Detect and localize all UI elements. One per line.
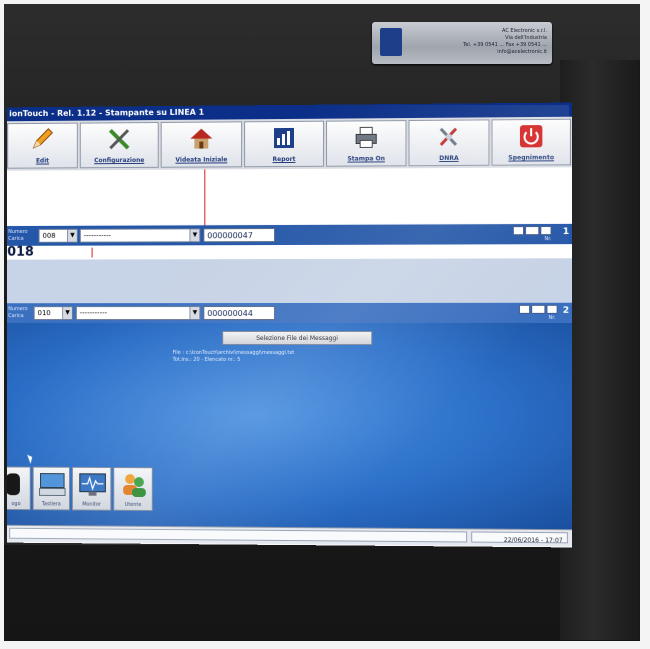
line1-controls: Numero Carica 008 ▼ ----------- ▼ 000000…	[7, 223, 572, 246]
line2-page-box	[531, 304, 546, 314]
monitor-bezel	[560, 60, 640, 640]
line2-message-value: -----------	[79, 309, 108, 318]
pencil-icon	[30, 128, 55, 152]
line1-message-value: -----------	[83, 231, 112, 240]
line1-prev-button[interactable]	[512, 226, 525, 236]
power-icon	[519, 124, 543, 148]
line1-big-text: 018	[7, 244, 34, 260]
photo-border-left	[0, 0, 4, 649]
report-button[interactable]: Report	[244, 120, 325, 168]
plate-line: AC Electronic s.r.l.	[501, 28, 547, 34]
videata-iniziale-button[interactable]: Videata Iniziale	[160, 121, 243, 168]
printer-icon	[353, 125, 379, 149]
tools-icon	[106, 127, 132, 151]
keyboard-icon	[39, 472, 66, 498]
dock-monitor-button[interactable]: Monitor	[71, 466, 112, 511]
logo-icon	[7, 473, 20, 496]
plate-line: Via dell'Industria	[505, 35, 547, 41]
photo-border-bottom	[0, 641, 650, 649]
status-bar: 22/06/2016 - 17:07	[7, 524, 572, 547]
line2-prev-button[interactable]	[518, 304, 531, 314]
main-toolbar: Edit Configurazione Videata Iniziale Rep…	[7, 116, 572, 172]
dock-utente-label: Utente	[124, 501, 142, 508]
line1-nav-label: Nr.	[544, 236, 552, 243]
spegnimento-label: Spegnimento	[508, 154, 555, 162]
chevron-down-icon: ▼	[189, 229, 200, 242]
videata-iniziale-label: Videata Iniziale	[175, 156, 228, 164]
line2-nav-label: Nr.	[548, 314, 556, 321]
line1-page-box	[525, 226, 540, 236]
message-file-info: File : c:\IconTouch\archivi\messaggi\mes…	[173, 350, 295, 364]
chevron-down-icon: ▼	[189, 307, 200, 320]
photo-border-top	[0, 0, 650, 4]
chevron-down-icon: ▼	[62, 307, 72, 320]
line2-label-numero: Numero	[8, 306, 28, 313]
dock-tastiera-label: Tastiera	[41, 501, 61, 508]
settings-icon	[436, 125, 462, 149]
line-separator	[7, 258, 572, 304]
line1-message-select[interactable]: ----------- ▼	[79, 228, 201, 243]
stampa-on-label: Stampa On	[347, 155, 385, 163]
select-message-file-button[interactable]: Selezione File dei Messaggi	[222, 330, 373, 346]
home-icon	[191, 129, 213, 150]
line1-cursor-line	[204, 169, 206, 226]
line2-message-select[interactable]: ----------- ▼	[75, 306, 201, 321]
line2-number: 2	[562, 305, 570, 316]
line2-label-carica: Carica	[8, 313, 24, 320]
line1-code-value: 008	[42, 231, 56, 240]
plate-line: info@acelectronic.it	[497, 49, 547, 55]
report-icon	[274, 127, 294, 149]
spegnimento-button[interactable]: Spegnimento	[491, 118, 571, 166]
configurazione-label: Configurazione	[94, 156, 145, 165]
status-message-field	[9, 527, 468, 543]
dock-utente-button[interactable]: Utente	[113, 467, 153, 512]
dock-tastiera-button[interactable]: Tastiera	[32, 466, 70, 511]
line1-label-carica: Carica	[8, 235, 24, 242]
monitor-icon	[79, 472, 107, 496]
line1-preview	[7, 167, 572, 226]
line2-code-select[interactable]: 010 ▼	[33, 306, 73, 321]
line2-controls: Numero Carica 010 ▼ ----------- ▼ 000000…	[7, 302, 572, 324]
edit-button[interactable]: Edit	[7, 122, 78, 169]
line2-counter: 000000044	[203, 306, 276, 321]
edit-label: Edit	[35, 157, 50, 165]
monitor-photo: AC Electronic s.r.l. Via dell'Industria …	[0, 0, 650, 649]
status-datetime-field: 22/06/2016 - 17:07	[471, 531, 568, 544]
line1-label-numero: Numero	[8, 228, 28, 235]
dnra-button[interactable]: DNRA	[408, 119, 490, 167]
manufacturer-plate: AC Electronic s.r.l. Via dell'Industria …	[372, 22, 552, 64]
line1-next-button[interactable]	[540, 225, 552, 236]
line1-counter: 000000047	[203, 228, 276, 243]
line1-code-select[interactable]: 008 ▼	[38, 228, 78, 243]
touch-screen: ionTouch - Rel. 1.12 - Stampante su LINE…	[7, 102, 572, 548]
dnra-label: DNRA	[439, 154, 459, 163]
configurazione-button[interactable]: Configurazione	[79, 122, 159, 169]
stampa-on-button[interactable]: Stampa On	[326, 120, 407, 167]
dock-monitor-label: Monitor	[82, 501, 101, 508]
report-label: Report	[272, 155, 296, 164]
dock-logo-label: ogo	[11, 501, 21, 508]
chevron-down-icon: ▼	[67, 229, 77, 242]
plate-text: AC Electronic s.r.l. Via dell'Industria …	[412, 28, 547, 56]
line2-next-button[interactable]	[546, 304, 558, 314]
users-icon	[123, 474, 146, 498]
photo-border-right	[640, 0, 650, 649]
dock-logo-button[interactable]: ogo	[7, 466, 31, 511]
status-datetime: 22/06/2016 - 17:07	[503, 536, 563, 545]
line1-number: 1	[562, 226, 570, 238]
plate-line: Tel. +39 0541 ... Fax +39 0541 ...	[463, 42, 547, 48]
message-count: Tot.Ins.: 20 - Elencato nr.: 5	[172, 356, 241, 363]
line2-code-value: 010	[37, 309, 51, 318]
line1-text-cursor	[91, 247, 93, 258]
manufacturer-logo	[380, 28, 402, 56]
